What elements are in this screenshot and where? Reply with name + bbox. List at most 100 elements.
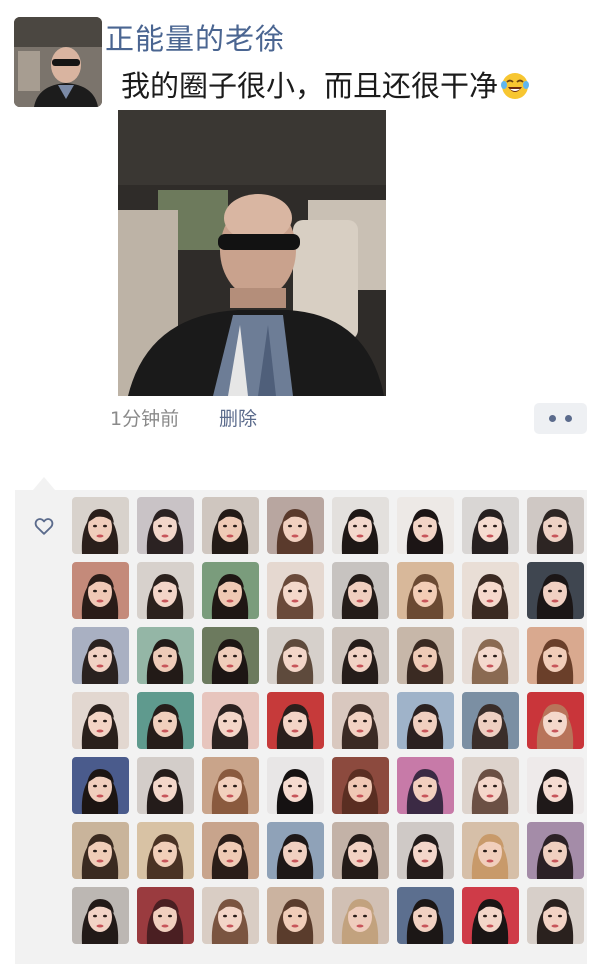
post-author-name[interactable]: 正能量的老徐 — [105, 20, 285, 58]
liker-avatar[interactable] — [267, 562, 324, 619]
liker-avatar[interactable] — [267, 757, 324, 814]
more-dot-icon — [549, 415, 556, 422]
post-time: 1分钟前 — [110, 408, 180, 430]
liker-avatar[interactable] — [332, 497, 389, 554]
liker-avatar[interactable] — [332, 692, 389, 749]
liker-avatar-image — [397, 692, 454, 749]
liker-avatar-image — [332, 562, 389, 619]
liker-avatar[interactable] — [332, 887, 389, 944]
liker-avatar[interactable] — [267, 627, 324, 684]
liker-avatar[interactable] — [527, 692, 584, 749]
more-dot-icon — [565, 415, 572, 422]
user-avatar-image — [14, 17, 102, 107]
liker-avatar-image — [267, 692, 324, 749]
liker-avatar[interactable] — [527, 497, 584, 554]
liker-avatar[interactable] — [462, 822, 519, 879]
liker-avatar[interactable] — [267, 497, 324, 554]
liker-avatar-image — [267, 497, 324, 554]
liker-avatar-image — [137, 692, 194, 749]
liker-avatar[interactable] — [137, 497, 194, 554]
liker-avatar[interactable] — [527, 627, 584, 684]
liker-avatar[interactable] — [397, 757, 454, 814]
liker-avatar[interactable] — [527, 562, 584, 619]
moments-post: 正能量的老徐 我的圈子很小，而且还很干净 1分钟前 删除 — [0, 0, 602, 964]
post-photo[interactable] — [118, 110, 386, 396]
liker-avatar-image — [397, 822, 454, 879]
liker-avatar[interactable] — [462, 757, 519, 814]
liker-avatar[interactable] — [137, 562, 194, 619]
laughing-tears-emoji — [501, 73, 530, 99]
liker-avatar-image — [72, 562, 129, 619]
liker-avatar[interactable] — [202, 562, 259, 619]
liker-avatar[interactable] — [72, 562, 129, 619]
liker-avatar[interactable] — [72, 887, 129, 944]
liker-avatar[interactable] — [527, 822, 584, 879]
liker-avatar-image — [72, 497, 129, 554]
liker-avatar-image — [72, 757, 129, 814]
liker-avatar[interactable] — [202, 822, 259, 879]
liker-avatar[interactable] — [332, 627, 389, 684]
liker-avatar[interactable] — [332, 757, 389, 814]
post-photo-image — [118, 110, 386, 396]
liker-avatar[interactable] — [267, 887, 324, 944]
liker-avatar[interactable] — [137, 822, 194, 879]
liker-avatar[interactable] — [137, 887, 194, 944]
liker-avatar-image — [332, 822, 389, 879]
liker-avatar-image — [462, 757, 519, 814]
liker-avatar[interactable] — [72, 497, 129, 554]
liker-avatar[interactable] — [267, 822, 324, 879]
liker-avatar[interactable] — [202, 627, 259, 684]
liker-avatar-image — [202, 692, 259, 749]
more-options-button[interactable] — [534, 403, 587, 434]
liker-avatar-image — [202, 627, 259, 684]
liker-avatar-image — [462, 822, 519, 879]
liker-avatar[interactable] — [462, 887, 519, 944]
liker-avatar[interactable] — [462, 562, 519, 619]
liker-avatar-image — [267, 562, 324, 619]
liker-avatar-image — [202, 887, 259, 944]
liker-avatar-image — [202, 757, 259, 814]
liker-avatar-image — [332, 497, 389, 554]
liker-avatar-image — [527, 562, 584, 619]
liker-avatar-image — [267, 822, 324, 879]
liker-avatar[interactable] — [137, 692, 194, 749]
liker-avatar-image — [462, 692, 519, 749]
liker-avatar-image — [527, 497, 584, 554]
liker-avatar[interactable] — [72, 627, 129, 684]
liker-avatar-image — [527, 757, 584, 814]
liker-avatar[interactable] — [137, 627, 194, 684]
liker-avatar[interactable] — [267, 692, 324, 749]
liker-avatar[interactable] — [202, 757, 259, 814]
liker-avatar[interactable] — [332, 822, 389, 879]
liker-avatar[interactable] — [72, 757, 129, 814]
liker-avatar-image — [462, 562, 519, 619]
liker-avatar[interactable] — [202, 692, 259, 749]
liker-avatar[interactable] — [462, 497, 519, 554]
liker-avatar-image — [332, 757, 389, 814]
liker-avatar-image — [72, 692, 129, 749]
liker-avatar-image — [527, 887, 584, 944]
liker-avatar[interactable] — [397, 562, 454, 619]
liker-avatar[interactable] — [397, 627, 454, 684]
delete-link[interactable]: 删除 — [219, 405, 257, 433]
liker-avatar[interactable] — [527, 757, 584, 814]
liker-avatar[interactable] — [397, 822, 454, 879]
liker-avatar[interactable] — [462, 692, 519, 749]
post-text: 我的圈子很小，而且还很干净 — [121, 67, 530, 105]
liker-avatar[interactable] — [527, 887, 584, 944]
liker-avatar[interactable] — [202, 497, 259, 554]
liker-avatar-image — [267, 627, 324, 684]
liker-avatar[interactable] — [462, 627, 519, 684]
liker-avatar[interactable] — [72, 822, 129, 879]
liker-avatar[interactable] — [332, 562, 389, 619]
liker-avatar-image — [72, 822, 129, 879]
liker-avatar[interactable] — [397, 497, 454, 554]
user-avatar[interactable] — [14, 17, 102, 107]
liker-avatar-image — [332, 887, 389, 944]
liker-avatar[interactable] — [397, 692, 454, 749]
likes-pointer — [33, 477, 55, 490]
liker-avatar[interactable] — [72, 692, 129, 749]
liker-avatar[interactable] — [202, 887, 259, 944]
liker-avatar[interactable] — [397, 887, 454, 944]
liker-avatar[interactable] — [137, 757, 194, 814]
